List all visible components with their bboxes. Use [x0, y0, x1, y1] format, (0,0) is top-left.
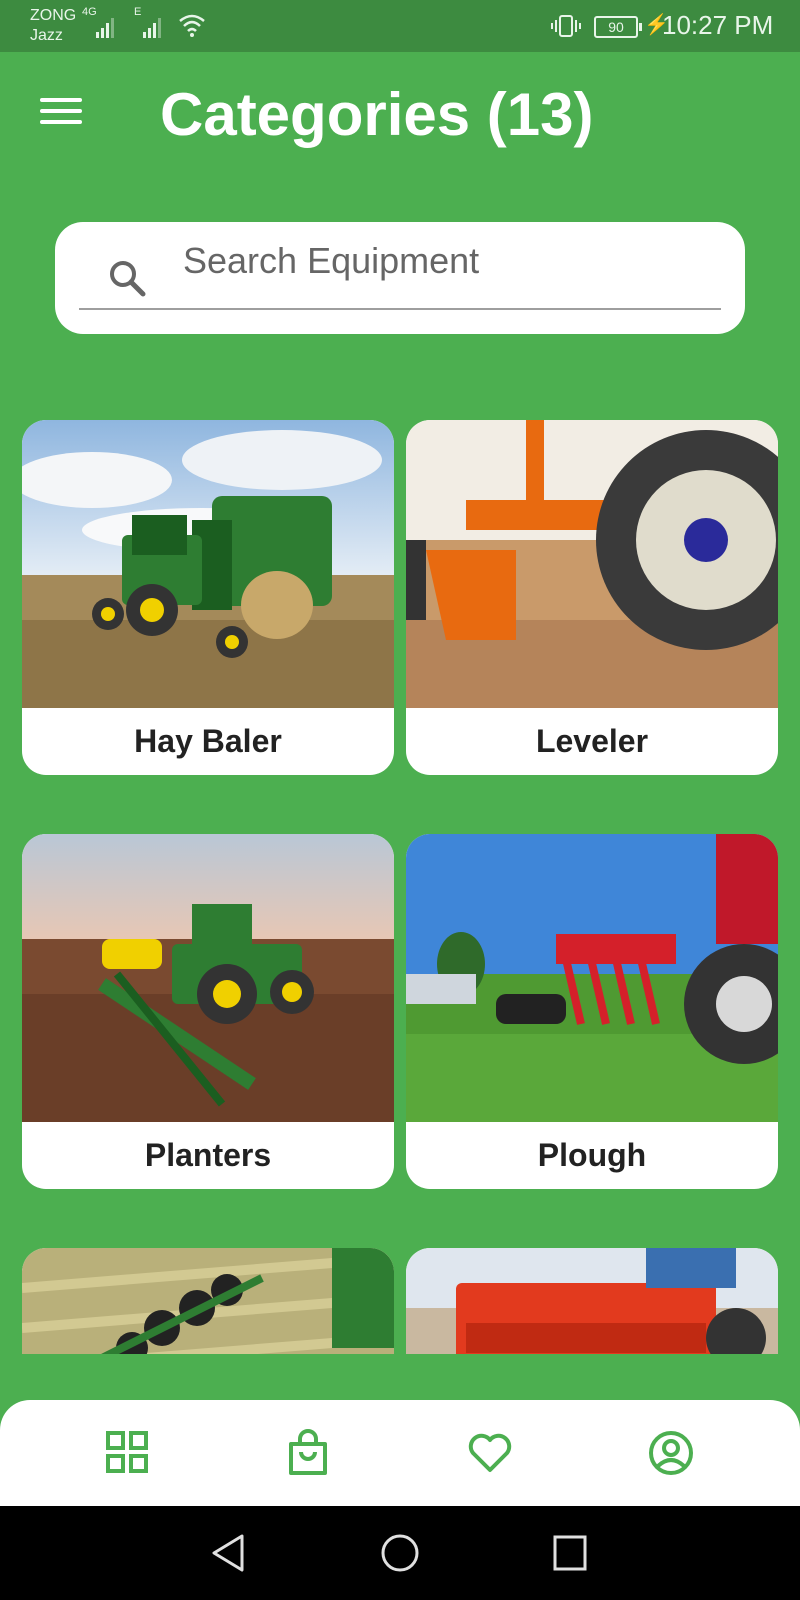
category-label: Plough: [537, 1137, 647, 1173]
category-card-planters[interactable]: Planters: [22, 834, 394, 1189]
vibrate-icon: [551, 15, 581, 37]
wifi-icon: [179, 14, 205, 37]
network-type-1: 4G: [82, 6, 97, 18]
category-card-leveler[interactable]: Leveler: [406, 420, 778, 775]
category-card-hay-baler[interactable]: Hay Baler: [22, 420, 394, 775]
spreader-image: [406, 1248, 778, 1354]
account-icon[interactable]: [646, 1428, 696, 1478]
bottom-navigation: [0, 1400, 800, 1506]
back-icon[interactable]: [208, 1532, 248, 1574]
search-underline: [79, 308, 721, 310]
category-card-rake[interactable]: [22, 1248, 394, 1354]
menu-icon[interactable]: [40, 98, 82, 130]
system-navigation-bar: [0, 1506, 800, 1600]
search-box: [55, 222, 745, 334]
planters-image: [22, 834, 394, 1122]
page-title: Categories (13): [160, 81, 594, 148]
recents-icon[interactable]: [550, 1532, 590, 1574]
carrier-1: ZONG: [30, 7, 77, 24]
heart-icon[interactable]: [465, 1428, 515, 1478]
category-grid: Hay Baler Leveler Planters Plough: [0, 380, 800, 1354]
carrier-2: Jazz: [30, 27, 63, 44]
rake-image: [22, 1248, 394, 1354]
hay-baler-image: [22, 420, 394, 708]
category-card-plough[interactable]: Plough: [406, 834, 778, 1189]
home-icon[interactable]: [380, 1532, 420, 1574]
network-type-2: E: [134, 6, 142, 18]
search-icon: [110, 261, 146, 297]
signal-icon: [96, 14, 114, 38]
plough-image: [406, 834, 778, 1122]
category-card-spreader[interactable]: [406, 1248, 778, 1354]
status-bar: ZONG Jazz 4G E 90 ⚡ 10:27 PM: [0, 0, 800, 52]
search-input[interactable]: [183, 236, 703, 286]
category-label: Leveler: [535, 723, 649, 759]
category-label: Planters: [144, 1137, 272, 1173]
category-label: Hay Baler: [134, 723, 282, 759]
clock: 10:27 PM: [662, 10, 774, 40]
carrier-names: ZONG Jazz: [30, 6, 76, 46]
shopping-bag-icon[interactable]: [284, 1428, 334, 1478]
battery-indicator: 90: [594, 16, 642, 38]
grid-icon[interactable]: [103, 1428, 153, 1478]
leveler-image: [406, 420, 778, 708]
signal-icon-2: [143, 14, 161, 38]
